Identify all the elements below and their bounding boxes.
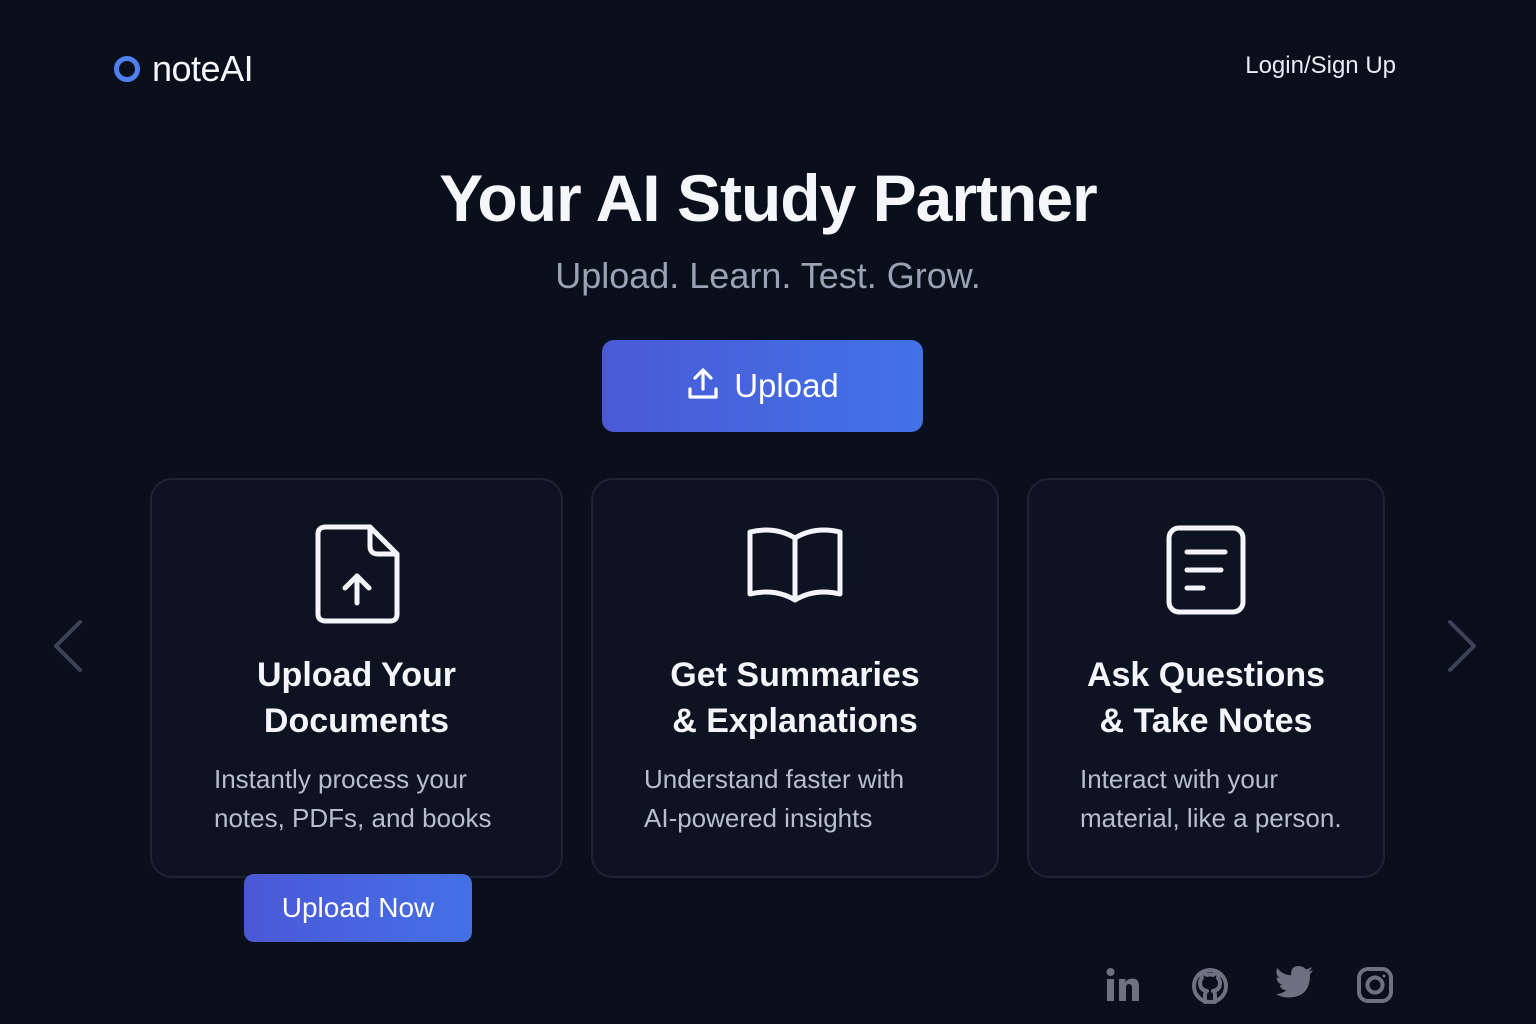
instagram-link[interactable] (1356, 966, 1394, 1004)
feature-card-questions: Ask Questions & Take Notes Interact with… (1027, 478, 1385, 878)
upload-now-button[interactable]: Upload Now (244, 874, 472, 942)
chevron-right-icon (1448, 620, 1476, 672)
chevron-left-icon (54, 620, 82, 672)
feature-description: Interact with your material, like a pers… (1080, 764, 1342, 833)
hero-title: Your AI Study Partner (439, 161, 1097, 235)
upload-button[interactable]: Upload (602, 340, 923, 432)
twitter-icon (1276, 966, 1313, 998)
linkedin-link[interactable] (1104, 966, 1142, 1004)
login-signup-link[interactable]: Login/Sign Up (1245, 52, 1396, 80)
github-link[interactable] (1190, 966, 1230, 1006)
github-icon (1192, 968, 1228, 1004)
book-icon (593, 524, 997, 606)
logo[interactable]: noteAI (114, 48, 254, 90)
upload-button-label: Upload (734, 367, 839, 404)
instagram-icon (1357, 967, 1393, 1003)
logo-text: noteAI (152, 48, 254, 89)
logo-ring-icon (114, 56, 140, 82)
feature-title: Get Summaries & Explanations (670, 656, 920, 740)
hero-subtitle: Upload. Learn. Test. Grow. (555, 255, 981, 296)
feature-card-summaries: Get Summaries & Explanations Understand … (591, 478, 999, 878)
carousel-prev-button[interactable] (52, 620, 84, 677)
feature-description: Instantly process your notes, PDFs, and … (214, 764, 492, 833)
feature-description: Understand faster with AI-powered insigh… (644, 764, 905, 833)
notes-icon (1029, 524, 1383, 616)
feature-card-upload: Upload Your Documents Instantly process … (150, 478, 563, 878)
carousel-next-button[interactable] (1446, 620, 1478, 677)
upload-icon (686, 367, 720, 406)
linkedin-icon (1106, 968, 1139, 1001)
file-upload-icon (152, 524, 561, 624)
feature-title: Ask Questions & Take Notes (1086, 656, 1326, 740)
feature-title: Upload Your Documents (257, 656, 456, 740)
twitter-link[interactable] (1276, 966, 1314, 1000)
